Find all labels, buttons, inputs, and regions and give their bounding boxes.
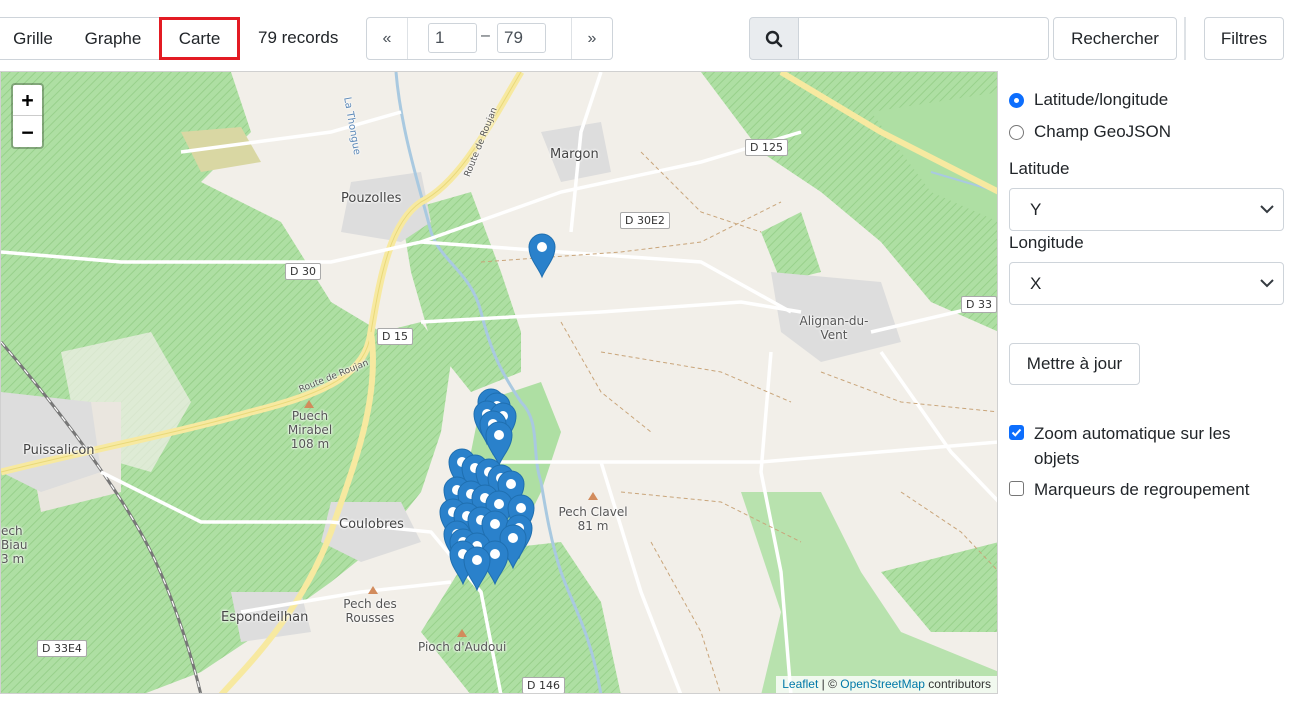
range-separator: – [481,27,490,44]
zoom-out-button[interactable]: − [13,116,42,147]
pagination: « – » [366,17,613,60]
road-shield: D 33 [961,296,997,313]
leaflet-link[interactable]: Leaflet [782,677,818,691]
page-end-input[interactable] [497,23,546,53]
zoom-in-button[interactable]: + [13,85,42,116]
latitude-label: Latitude [1009,159,1070,178]
radio-latlon-input[interactable] [1009,92,1024,108]
toolbar-divider [1184,17,1186,60]
road-shield: D 125 [745,139,788,156]
cluster-label: Marqueurs de regroupement [1034,480,1250,499]
next-page-button[interactable]: » [571,18,612,59]
longitude-label: Longitude [1009,233,1084,252]
chevron-down-icon [1260,205,1274,214]
place-label: Espondeilhan [221,610,309,625]
search-input[interactable] [798,17,1049,60]
radio-geojson[interactable]: Champ GeoJSON [1009,122,1171,142]
peak-label: Pech des Rousses [343,597,397,625]
road-shield: D 30E2 [620,212,670,229]
place-label: Puissalicon [23,443,95,458]
map-view[interactable]: Margon Pouzolles Alignan-du- Vent Puissal… [0,71,998,694]
cluster-checkbox[interactable]: Marqueurs de regroupement [1009,477,1249,502]
place-label: Coulobres [339,517,404,532]
chevron-down-icon [1260,279,1274,288]
page-start-input[interactable] [428,23,477,53]
longitude-select-value: X [1030,273,1042,293]
auto-zoom-label: Zoom automatique sur les objets [1034,424,1231,468]
radio-latlon-label: Latitude/longitude [1034,90,1169,109]
place-label: Margon [550,147,599,162]
road-shield: D 146 [522,677,565,693]
map-attribution: Leaflet | © OpenStreetMap contributors [776,676,997,693]
radio-geojson-input[interactable] [1009,124,1024,140]
peak-label: Puech Mirabel 108 m [287,409,333,451]
filters-button[interactable]: Filtres [1204,17,1284,60]
records-count: 79 records [258,28,339,47]
prev-page-button[interactable]: « [367,18,408,59]
tab-carte[interactable]: Carte [159,17,240,60]
auto-zoom-checkbox[interactable]: Zoom automatique sur les objets [1009,421,1231,471]
longitude-select[interactable]: X [1009,262,1284,305]
tab-graphe[interactable]: Graphe [67,17,160,60]
place-label: Alignan-du- Vent [799,314,869,342]
road-shield: D 15 [377,328,413,345]
peak-label: ech Biau 3 m [1,524,28,566]
place-label: Pouzolles [341,191,402,206]
cluster-checkbox-input[interactable] [1009,481,1024,496]
auto-zoom-checkbox-input[interactable] [1009,425,1024,440]
attribution-suffix: contributors [924,677,991,691]
latitude-select[interactable]: Y [1009,188,1284,231]
attribution-separator: | © [818,677,841,691]
radio-latlon[interactable]: Latitude/longitude [1009,90,1168,110]
check-icon [1011,428,1022,437]
peak-label: Pech Clavel 81 m [558,505,628,533]
radio-geojson-label: Champ GeoJSON [1034,122,1171,141]
road-shield: D 33E4 [37,640,87,657]
map-tiles [1,72,997,693]
road-shield: D 30 [285,263,321,280]
tab-grille[interactable]: Grille [0,17,68,60]
openstreetmap-link[interactable]: OpenStreetMap [840,677,925,691]
latitude-select-value: Y [1030,199,1042,219]
update-button[interactable]: Mettre à jour [1009,343,1140,385]
search-button[interactable]: Rechercher [1053,17,1177,60]
search-icon [749,17,799,60]
peak-label: Pioch d'Audoui [418,640,507,654]
zoom-control: + − [11,83,44,149]
